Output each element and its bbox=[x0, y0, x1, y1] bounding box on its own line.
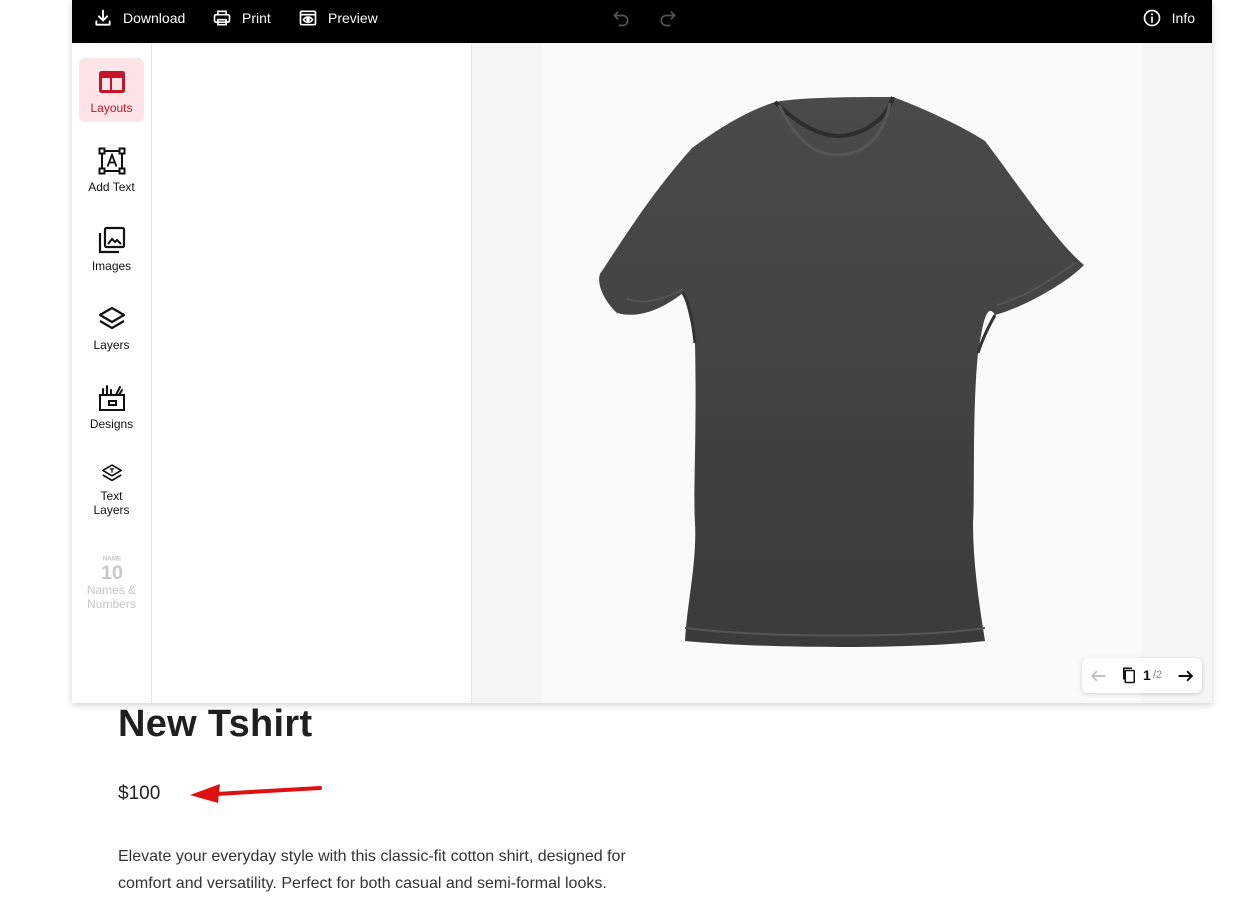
annotation-arrow-icon bbox=[190, 784, 322, 803]
info-icon bbox=[1143, 9, 1160, 27]
undo-icon[interactable] bbox=[611, 8, 631, 28]
info-button[interactable]: Info bbox=[1142, 0, 1195, 36]
rail-item-layouts[interactable]: Layouts bbox=[79, 58, 144, 122]
current-page: 1 bbox=[1143, 667, 1151, 683]
names-numbers-icon: NAME 10 bbox=[100, 555, 122, 581]
product-description: Elevate your everyday style with this cl… bbox=[118, 848, 626, 892]
rail-item-label: Text Layers bbox=[93, 489, 130, 517]
rail-item-label: Layers bbox=[93, 338, 130, 352]
rail-item-designs[interactable]: Designs bbox=[79, 374, 144, 438]
print-label: Print bbox=[242, 10, 271, 26]
print-icon bbox=[213, 10, 231, 26]
download-label: Download bbox=[123, 10, 186, 26]
preview-label: Preview bbox=[328, 10, 378, 26]
rail-item-names-numbers[interactable]: NAME 10 Names & Numbers bbox=[79, 547, 144, 611]
rail-item-label: Images bbox=[91, 259, 132, 273]
rail-item-label: Add Text bbox=[88, 180, 135, 194]
rail-item-label: Names & Numbers bbox=[86, 583, 137, 611]
product-price: $100 bbox=[118, 783, 161, 804]
layers-icon bbox=[98, 306, 125, 330]
rail-item-layers[interactable]: Layers bbox=[79, 295, 144, 359]
page-pager: 1 /2 bbox=[1082, 658, 1202, 693]
add-text-icon bbox=[98, 147, 125, 175]
print-button[interactable]: Print bbox=[212, 0, 271, 36]
download-icon bbox=[95, 9, 111, 26]
top-toolbar: Download Print Preview Info bbox=[72, 0, 1212, 43]
tool-rail: Layouts Add Text Images Layers Designs T… bbox=[72, 43, 152, 703]
pages-icon bbox=[1123, 667, 1135, 684]
redo-icon[interactable] bbox=[658, 8, 678, 28]
product-title: New Tshirt bbox=[118, 703, 313, 745]
rail-item-label: Designs bbox=[89, 417, 134, 431]
text-layers-icon bbox=[101, 464, 122, 482]
layouts-panel bbox=[152, 43, 472, 703]
rail-item-images[interactable]: Images bbox=[79, 216, 144, 280]
names-icon-top-text: NAME bbox=[102, 555, 121, 562]
designs-icon bbox=[98, 385, 125, 411]
info-label: Info bbox=[1171, 10, 1195, 26]
names-icon-number-text: 10 bbox=[100, 562, 122, 581]
rail-item-text-layers[interactable]: Text Layers bbox=[79, 453, 144, 517]
download-button[interactable]: Download bbox=[93, 0, 185, 36]
total-pages: /2 bbox=[1153, 669, 1163, 681]
rail-item-label: Layouts bbox=[90, 101, 133, 115]
design-canvas: 1 /2 bbox=[472, 43, 1212, 703]
arrow-right-icon[interactable] bbox=[1176, 666, 1196, 686]
rail-item-add-text[interactable]: Add Text bbox=[79, 137, 144, 201]
images-icon bbox=[98, 226, 125, 254]
preview-button[interactable]: Preview bbox=[298, 0, 378, 36]
preview-icon bbox=[299, 10, 317, 26]
design-page[interactable] bbox=[542, 43, 1142, 703]
design-editor: Download Print Preview Info Layouts Add … bbox=[72, 0, 1212, 703]
arrow-left-icon[interactable] bbox=[1088, 666, 1108, 686]
tshirt-image bbox=[599, 96, 1084, 647]
layout-icon bbox=[98, 71, 125, 93]
